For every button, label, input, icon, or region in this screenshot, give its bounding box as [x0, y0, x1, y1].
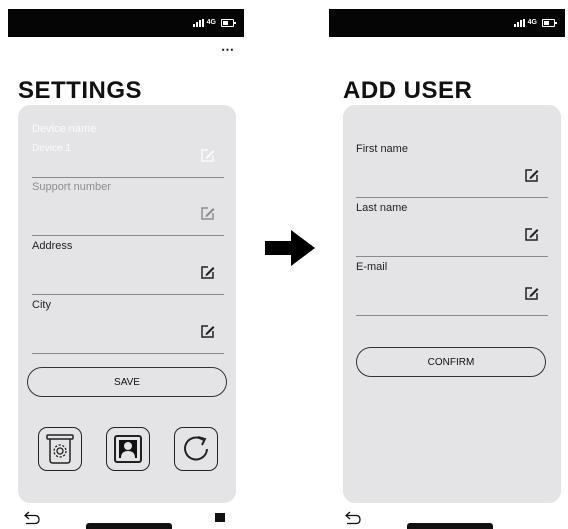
settings-screen: 4G ⋯ SETTINGS Device name Device 1 Suppo…: [8, 9, 244, 529]
signal-icon: [192, 19, 204, 27]
edit-icon[interactable]: [200, 264, 216, 280]
navigation-bar: [8, 509, 244, 529]
field-label: Address: [32, 240, 73, 252]
user-profile-icon: [114, 435, 142, 463]
save-button[interactable]: SAVE: [27, 367, 227, 397]
camera-settings-button[interactable]: [38, 427, 82, 471]
page-title: ADD USER: [343, 77, 473, 104]
refresh-icon: [184, 436, 208, 461]
field-label: Support number: [32, 181, 111, 193]
edit-icon[interactable]: [524, 226, 540, 242]
field-value: Device 1: [32, 143, 71, 154]
field-label: Last name: [356, 202, 408, 214]
edit-icon[interactable]: [200, 323, 216, 339]
device-name-field[interactable]: Device name Device 1: [32, 123, 224, 178]
back-icon[interactable]: [24, 511, 40, 525]
refresh-button[interactable]: [174, 427, 218, 471]
more-options-icon[interactable]: ⋯: [221, 43, 234, 56]
edit-icon[interactable]: [524, 285, 540, 301]
settings-card: Device name Device 1 Support number Addr…: [18, 105, 236, 503]
email-field[interactable]: E-mail: [356, 261, 548, 316]
arrow-right-icon: [265, 230, 315, 266]
navigation-bar: [329, 509, 565, 529]
first-name-field[interactable]: First name: [356, 143, 548, 198]
battery-icon: [542, 19, 557, 27]
add-user-card: First name Last name E-mail CONFIRM: [343, 105, 561, 503]
last-name-field[interactable]: Last name: [356, 202, 548, 257]
recents-icon[interactable]: [215, 513, 225, 522]
signal-icon: [513, 19, 525, 27]
battery-icon: [221, 19, 236, 27]
network-type: 4G: [206, 19, 216, 26]
field-label: Device name: [32, 123, 97, 135]
support-number-field[interactable]: Support number: [32, 181, 224, 236]
confirm-button[interactable]: CONFIRM: [356, 347, 546, 377]
user-profile-button[interactable]: [106, 427, 150, 471]
back-icon[interactable]: [345, 511, 361, 525]
edit-icon[interactable]: [524, 167, 540, 183]
address-field[interactable]: Address: [32, 240, 224, 295]
camera-icon: [46, 434, 74, 464]
add-user-screen: 4G ADD USER First name Last name E-mail: [329, 9, 565, 529]
city-field[interactable]: City: [32, 299, 224, 354]
status-bar: 4G: [8, 9, 244, 37]
edit-icon[interactable]: [200, 205, 216, 221]
home-indicator[interactable]: [407, 523, 493, 529]
network-type: 4G: [527, 19, 537, 26]
status-bar: 4G: [329, 9, 565, 37]
edit-icon[interactable]: [200, 147, 216, 163]
page-title: SETTINGS: [18, 77, 143, 104]
field-label: E-mail: [356, 261, 388, 273]
field-label: City: [32, 299, 51, 311]
home-indicator[interactable]: [86, 523, 172, 529]
field-label: First name: [356, 143, 408, 155]
